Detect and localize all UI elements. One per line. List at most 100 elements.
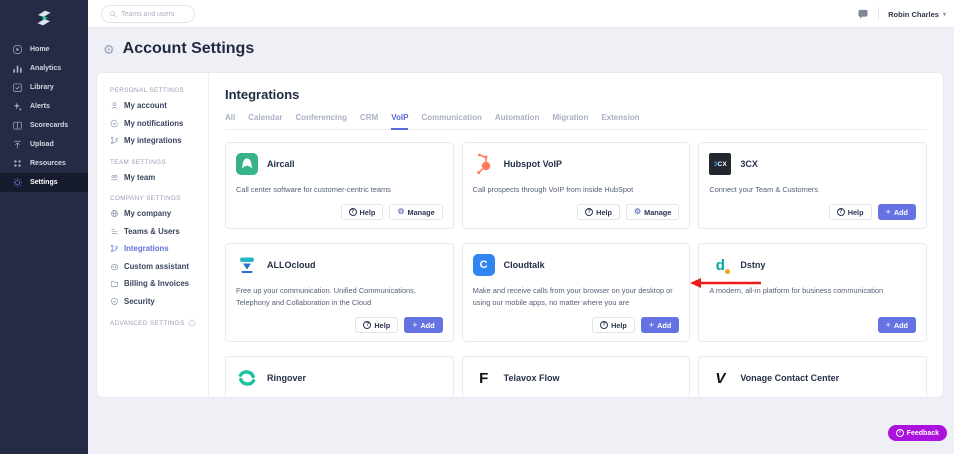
help-button[interactable]: ? Help [355,317,399,334]
tab-communication[interactable]: Communication [421,113,481,129]
subnav-item-my-notifications[interactable]: My notifications [110,115,202,133]
plus-icon: + [885,206,891,217]
sidebar-item-label: Home [30,46,50,53]
integration-grid: Aircall Call center software for custome… [225,142,927,397]
shield-icon [111,297,118,305]
feedback-button[interactable]: ? Feedback [887,425,947,441]
subnav-item-my-company[interactable]: My company [110,205,202,223]
hubspot-logo-icon [473,153,495,175]
card-title: ALLOcloud [267,260,316,271]
sidebar-item-alerts[interactable]: Alerts [0,97,88,116]
search-icon [109,10,117,18]
section-label: ADVANCED SETTINGS [110,319,185,327]
help-button[interactable]: ? Help [340,204,384,221]
vonage-logo-icon: V [715,369,726,387]
chevron-down-icon: ▾ [942,11,946,18]
info-icon[interactable] [188,319,196,327]
subnav-item-my-integrations[interactable]: My integrations [110,132,202,150]
integrations-heading: Integrations [225,87,300,102]
subnav-item-label: Billing & Invoices [124,279,189,289]
subnav-item-teams-users[interactable]: Teams & Users [110,223,202,241]
sidebar-item-upload[interactable]: Upload [0,135,88,154]
integrations-content: Integrations All Calendar Conferencing C… [209,73,943,397]
card-title: Hubspot VoIP [503,159,562,169]
tab-conferencing[interactable]: Conferencing [295,113,347,129]
integration-card-telavox-flow: F Telavox Flow Telephony. The right way.… [461,356,691,397]
sidebar-item-label: Library [30,84,54,91]
add-button[interactable]: + Add [877,204,916,221]
telavox-logo-icon: F [479,369,489,387]
sidebar-item-library[interactable]: Library [0,78,88,97]
subnav-item-my-account[interactable]: My account [110,97,202,115]
sidebar-item-settings[interactable]: Settings [0,173,88,192]
settings-gear-icon: ⚙ [103,41,115,57]
sidebar-item-resources[interactable]: Resources [0,154,88,173]
search-input[interactable] [121,10,187,18]
tab-all[interactable]: All [225,113,235,129]
plus-icon: + [648,319,655,330]
add-button[interactable]: + Add [404,317,443,334]
add-button[interactable]: + Add [877,317,916,334]
card-title: Telavox Flow [503,373,560,384]
subnav-item-my-team[interactable]: My team [110,169,202,187]
subnav-item-label: My account [124,101,167,111]
settings-panel: PERSONAL SETTINGS My account My notifica… [96,72,944,398]
sidebar-item-analytics[interactable]: Analytics [0,59,88,78]
tab-crm[interactable]: CRM [360,113,378,129]
card-description: Make and receive calls from your browser… [472,286,673,307]
plus-icon: + [412,319,418,330]
brand-logo-icon [37,10,51,26]
integration-card-aircall: Aircall Call center software for custome… [225,142,454,230]
add-button-cloudtalk[interactable]: + Add [640,317,680,334]
sidebar-item-scorecards[interactable]: Scorecards [0,116,88,135]
sidebar-item-home[interactable]: Home [0,40,88,59]
integration-card-allocloud: ALLOcloud Free up your communication. Un… [225,243,454,343]
tab-voip[interactable]: VoIP [391,113,409,130]
manage-button[interactable]: ⚙ Manage [389,204,443,221]
card-description: A modern, all-in platform for business c… [709,286,884,296]
assistant-icon [111,263,118,270]
list-icon [111,228,118,234]
section-company-settings: COMPANY SETTINGS [110,195,181,202]
card-title: Vonage Contact Center [740,373,840,384]
subnav-item-label: My integrations [124,136,182,146]
folder-icon [111,281,118,287]
app-sidebar: Home Analytics Library Alerts Scorecards… [0,0,88,454]
allocloud-logo-icon [236,254,258,276]
top-bar: Robin Charles ▾ [88,0,954,28]
plus-icon: + [885,319,891,330]
gear-icon: ⚙ [633,207,642,217]
subnav-item-label: Security [124,296,155,306]
subnav-item-label: Integrations [124,244,169,254]
manage-button[interactable]: ⚙ Manage [625,204,680,221]
question-icon: ? [585,208,594,217]
tab-extension[interactable]: Extension [601,113,639,129]
branch-icon [111,137,118,145]
page-header: ⚙ Account Settings [103,40,254,58]
tab-calendar[interactable]: Calendar [248,113,282,129]
subnav-item-integrations[interactable]: Integrations [110,240,202,258]
chat-icon[interactable] [857,8,869,20]
subnav-item-security[interactable]: Security [110,293,202,311]
card-description: Connect your Team & Customers [709,185,819,194]
sidebar-item-label: Alerts [30,103,50,110]
ringover-logo-icon [236,367,258,389]
user-menu[interactable]: Robin Charles ▾ [888,10,946,19]
card-title: Dstny [740,260,766,271]
subnav-item-label: My notifications [124,118,184,128]
page-title: Account Settings [122,40,255,57]
team-icon [110,174,119,181]
integration-card-3cx: 3 CX 3CX Connect your Team & Customers ? H… [698,142,927,230]
search-box[interactable] [101,5,195,23]
help-button[interactable]: ? Help [592,317,635,334]
sidebar-item-label: Scorecards [30,122,69,129]
tab-automation[interactable]: Automation [495,113,539,129]
subnav-item-custom-assistant[interactable]: Custom assistant [110,258,202,276]
subnav-item-billing-invoices[interactable]: Billing & Invoices [110,275,202,293]
question-icon: ? [348,208,357,217]
question-icon: ? [895,429,904,437]
help-button[interactable]: ? Help [828,204,872,221]
tab-migration[interactable]: Migration [552,113,588,129]
help-button[interactable]: ? Help [577,204,620,221]
aircall-logo-icon [236,153,258,175]
